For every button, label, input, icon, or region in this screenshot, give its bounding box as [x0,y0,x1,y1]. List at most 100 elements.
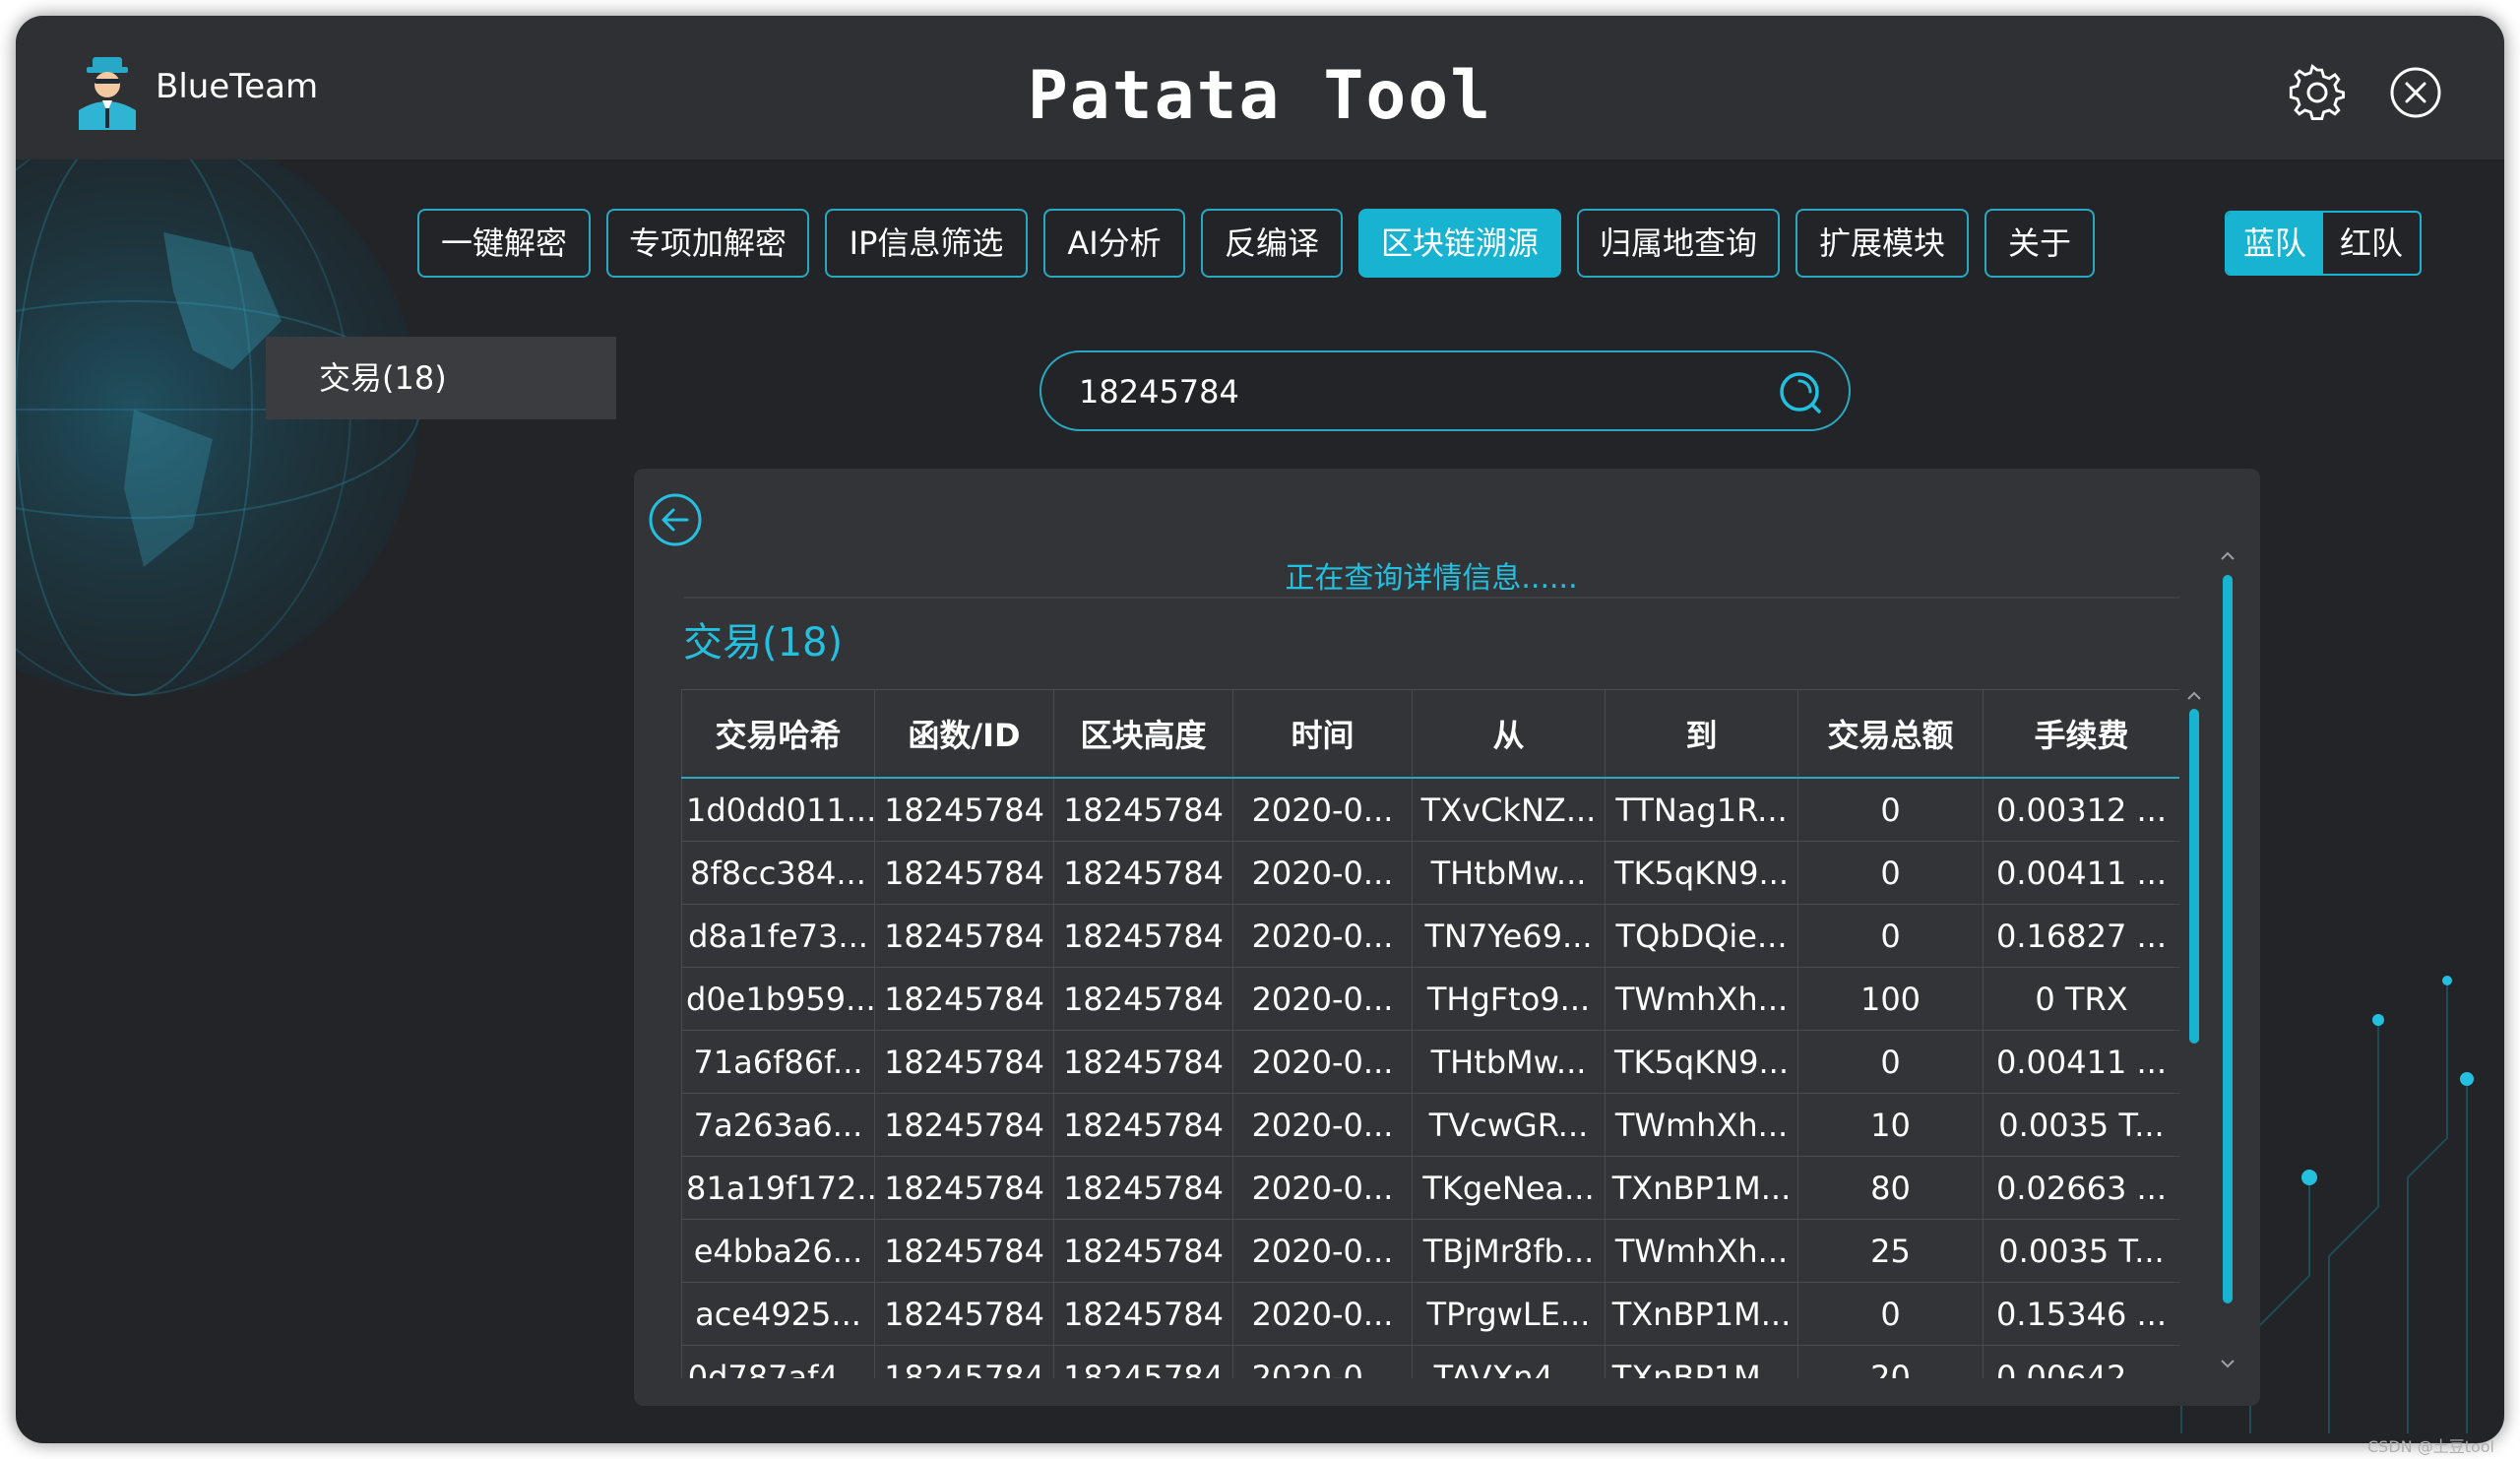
table-row[interactable]: d0e1b959... 18245784 18245784 2020-0... … [681,967,2179,1031]
table-row[interactable]: 71a6f86f... 18245784 18245784 2020-0... … [681,1030,2179,1094]
query-status: 正在查询详情信息...... [1285,561,1578,596]
table-cell: TKgeNea... [1412,1156,1606,1220]
column-header[interactable]: 交易总额 [1797,689,1984,779]
scroll-up-arrow-icon[interactable] [2220,551,2236,561]
table-cell: TXnBP1M... [1605,1156,1798,1220]
table-cell: TN7Ye69... [1412,904,1606,968]
table-cell: 2020-0... [1232,1030,1413,1094]
table-cell: d8a1fe73... [681,904,875,968]
table-cell: 18245784 [1053,1030,1233,1094]
table-row[interactable]: e4bba26... 18245784 18245784 2020-0... T… [681,1219,2179,1283]
table-cell: 18245784 [874,967,1054,1031]
column-header[interactable]: 时间 [1232,689,1413,779]
column-header[interactable]: 交易哈希 [681,689,875,779]
table-cell: ace4925... [681,1282,875,1346]
table-cell: TPrgwLE... [1412,1282,1606,1346]
app-title: Patata Tool [1027,57,1493,135]
table-row[interactable]: 0d787af4... 18245784 18245784 2020-0... … [681,1345,2179,1378]
scroll-down-arrow-icon[interactable] [2220,1359,2236,1368]
table-cell: 18245784 [1053,1093,1233,1157]
table-cell: 2020-0... [1232,1156,1413,1220]
search-icon[interactable] [1776,368,1823,415]
gear-icon[interactable] [2288,63,2347,122]
blue-team-button[interactable]: 蓝队 [2227,213,2323,274]
table-cell: THgFto9... [1412,967,1606,1031]
team-toggle: 蓝队 红队 [2225,211,2422,276]
scroll-up-arrow-icon[interactable] [2186,691,2202,701]
sidebar-item-transactions[interactable]: 交易(18) [266,337,616,419]
back-arrow-icon[interactable] [648,492,703,547]
nav-location-lookup[interactable]: 归属地查询 [1577,209,1780,278]
nav-special-crypto[interactable]: 专项加解密 [606,209,809,278]
table-cell: THtbMw... [1412,1030,1606,1094]
column-header[interactable]: 区块高度 [1053,689,1233,779]
table-cell: TWmhXh... [1605,1093,1798,1157]
table-cell: 18245784 [874,841,1054,905]
table-cell: 18245784 [874,1156,1054,1220]
column-header[interactable]: 函数/ID [874,689,1054,779]
watermark: CSDN @土豆tool [2366,1437,2494,1456]
table-cell: 18245784 [874,904,1054,968]
table-cell: 0d787af4... [681,1345,875,1378]
table-cell: 2020-0... [1232,1345,1413,1378]
column-header[interactable]: 从 [1412,689,1606,779]
table-row[interactable]: 8f8cc384... 18245784 18245784 2020-0... … [681,841,2179,905]
nav-decompile[interactable]: 反编译 [1201,209,1343,278]
table-row[interactable]: ace4925... 18245784 18245784 2020-0... T… [681,1282,2179,1346]
table-row[interactable]: d8a1fe73... 18245784 18245784 2020-0... … [681,904,2179,968]
table-cell: 2020-0... [1232,1219,1413,1283]
nav-about[interactable]: 关于 [1984,209,2095,278]
table-cell: 18245784 [1053,904,1233,968]
table-scrollbar[interactable] [2187,691,2201,1378]
table-cell: 25 [1797,1219,1984,1283]
table-row[interactable]: 7a263a6... 18245784 18245784 2020-0... T… [681,1093,2179,1157]
table-cell: 0.02663 ... [1983,1156,2179,1220]
table-cell: 0 TRX [1983,967,2179,1031]
table-cell: 0 [1797,904,1984,968]
table-cell: 2020-0... [1232,1093,1413,1157]
table-cell: 0.0035 T... [1983,1219,2179,1283]
table-cell: 2020-0... [1232,967,1413,1031]
table-row[interactable]: 81a19f172... 18245784 18245784 2020-0...… [681,1156,2179,1220]
nav-ai-analysis[interactable]: AI分析 [1043,209,1185,278]
nav-one-click-decrypt[interactable]: 一键解密 [417,209,591,278]
table-cell: 18245784 [1053,1345,1233,1378]
table-cell: TXnBP1M... [1605,1282,1798,1346]
panel-scrollbar[interactable] [2221,551,2235,1368]
table-cell: 18245784 [874,1030,1054,1094]
table-cell: 18245784 [1053,967,1233,1031]
table-cell: 18245784 [874,1219,1054,1283]
results-panel: 正在查询详情信息...... 交易(18) 交易哈希 函数/ID 区块高度 时间… [634,469,2260,1406]
column-header[interactable]: 到 [1605,689,1798,779]
red-team-button[interactable]: 红队 [2323,213,2420,274]
table-cell: TTNag1R... [1605,777,1798,842]
close-icon[interactable] [2386,63,2445,122]
table-cell: TQbDQie... [1605,904,1798,968]
nav-ip-filter[interactable]: IP信息筛选 [825,209,1028,278]
table-cell: 2020-0... [1232,904,1413,968]
table-cell: 18245784 [874,1282,1054,1346]
table-cell: 0.00411 ... [1983,841,2179,905]
column-header[interactable]: 手续费 [1983,689,2179,779]
table-cell: THtbMw... [1412,841,1606,905]
search-input[interactable] [1077,352,1750,431]
table-cell: 7a263a6... [681,1093,875,1157]
table-cell: TXvCkNZ... [1412,777,1606,842]
table-scrollbar-thumb[interactable] [2189,709,2199,1044]
table-cell: TK5qKN9... [1605,1030,1798,1094]
table-cell: 18245784 [874,1093,1054,1157]
panel-scrollbar-thumb[interactable] [2223,575,2233,1303]
table-row[interactable]: 1d0dd011... 18245784 18245784 2020-0... … [681,777,2179,842]
table-cell: TWmhXh... [1605,1219,1798,1283]
table-cell: TAVXn4... [1412,1345,1606,1378]
table-cell: 20 [1797,1345,1984,1378]
table-cell: 0.16827 ... [1983,904,2179,968]
nav-blockchain-trace[interactable]: 区块链溯源 [1358,209,1561,278]
table-cell: 0.00642 ... [1983,1345,2179,1378]
section-title: 交易(18) [683,620,844,666]
table-cell: TBjMr8fb... [1412,1219,1606,1283]
nav-extensions[interactable]: 扩展模块 [1796,209,1969,278]
table-cell: 2020-0... [1232,841,1413,905]
table-cell: 1d0dd011... [681,777,875,842]
table-cell: d0e1b959... [681,967,875,1031]
